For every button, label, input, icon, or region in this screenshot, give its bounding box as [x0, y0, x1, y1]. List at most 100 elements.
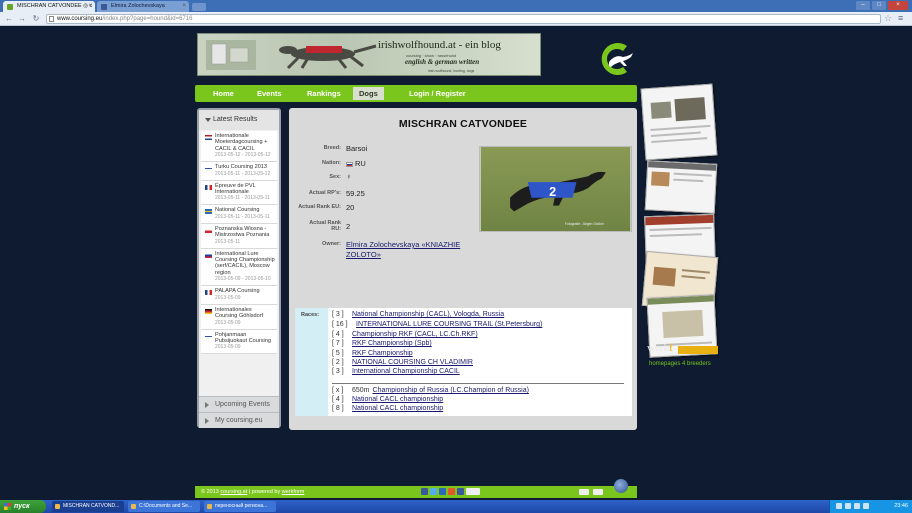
races-table: Races: [ 3 ] National Championship (CACL)… [295, 308, 632, 416]
close-window-icon[interactable]: × [888, 1, 908, 10]
share-icon[interactable] [439, 488, 446, 495]
menu-icon[interactable]: ≡ [898, 13, 903, 23]
network-icon[interactable] [863, 503, 869, 509]
language-flag-icon[interactable] [579, 489, 589, 495]
bookmark-star-icon[interactable]: ☆ [884, 13, 892, 24]
list-item[interactable]: Épreuve de PVL Internationale 2013-05-11… [201, 180, 277, 206]
race-link[interactable]: Championship of Russia (LC.Champion of R… [373, 387, 529, 394]
page-footer: © 2013 coursing.at | powered by werkform [195, 486, 637, 498]
preview-thumbnail[interactable] [640, 83, 718, 161]
close-tab-icon[interactable]: × [88, 1, 92, 12]
flag-fi-icon [205, 333, 212, 339]
facebook-icon[interactable] [421, 488, 428, 495]
tab-mischran-catvondee[interactable]: MISCHRAN CATVONDEE ◎ c × [3, 1, 95, 12]
coursing-logo[interactable] [597, 40, 637, 78]
website-previews[interactable] [640, 83, 720, 364]
browser-toolbar: ← → ↻ www.coursing.eu/index.php?page=hou… [0, 12, 912, 26]
upcoming-events-header[interactable]: Upcoming Events [199, 396, 279, 412]
social-icons [421, 488, 480, 495]
new-tab-button[interactable] [192, 3, 206, 11]
race-row: [ 3 ] International Championship CACIL [332, 368, 460, 375]
address-bar[interactable]: www.coursing.eu/index.php?page=hound&id=… [46, 14, 881, 24]
forward-arrow-icon[interactable]: → [17, 14, 27, 24]
window-controls: – □ × [856, 1, 908, 10]
divider [332, 383, 624, 384]
breed-value: Barsoi [346, 144, 368, 153]
web-page: irishwolfhound.at - ein blog coursing · … [0, 27, 912, 500]
blog-banner[interactable]: irishwolfhound.at - ein blog coursing · … [197, 33, 541, 76]
page-title: MISCHRAN CATVONDEE [398, 118, 528, 130]
list-item[interactable]: National Coursing 2013-05-11 - 2013-05-1… [201, 205, 277, 224]
list-item[interactable]: Turku Coursing 2013 2013-05-11 - 2013-05… [201, 162, 277, 181]
volume-icon[interactable] [854, 503, 860, 509]
race-link[interactable]: International Championship CACIL [352, 368, 460, 375]
rss-icon[interactable] [448, 488, 455, 495]
race-link[interactable]: National CACL championship [352, 396, 443, 403]
race-link[interactable]: RKF Championship (Spb) [352, 340, 432, 347]
list-item[interactable]: Poznanska Wiosna - Mistrzostwa Poznania … [201, 223, 277, 249]
flag-nl-icon [205, 135, 212, 140]
list-item[interactable]: PALAPA Coursing 2013-05-09 [201, 286, 277, 305]
race-link[interactable]: NATIONAL COURSING CH VLADIMIR [352, 359, 473, 366]
nav-dogs[interactable]: Dogs [353, 87, 384, 100]
coursing-favicon-icon [7, 4, 13, 10]
werkform-logo[interactable]: werkf [647, 342, 673, 354]
race-row: [ 7 ] RKF Championship (Spb) [332, 340, 432, 347]
language-flag-icon[interactable] [593, 489, 603, 495]
flag-fr-icon [205, 290, 212, 296]
twitter-icon[interactable] [430, 488, 437, 495]
blog-title: irishwolfhound.at - ein blog [378, 39, 501, 51]
preview-thumbnail[interactable] [644, 160, 718, 214]
nation-value: RU [355, 159, 366, 168]
nav-rankings[interactable]: Rankings [301, 85, 347, 102]
my-coursing-header[interactable]: My coursing.eu [199, 412, 279, 428]
browser-tabbar: MISCHRAN CATVONDEE ◎ c × Elmira Zolochev… [0, 0, 912, 12]
owner-link[interactable]: Elmira Zolochevskaya «KNIAZHIE ZOLOTO» [346, 240, 476, 260]
race-row: [ 2 ] NATIONAL COURSING CH VLADIMIR [332, 359, 473, 366]
flag-ru-icon [346, 161, 353, 167]
tray-icon[interactable] [836, 503, 842, 509]
list-item[interactable]: International Lure Coursing Championship… [201, 248, 277, 287]
nav-login-register[interactable]: Login / Register [403, 85, 472, 102]
footer-site-link[interactable]: coursing.at [220, 489, 247, 495]
close-tab-icon[interactable]: × [182, 1, 186, 12]
maximize-icon[interactable]: □ [872, 1, 886, 10]
race-link[interactable]: National CACL championship [352, 405, 443, 412]
race-row: [ 5 ] RKF Championship [332, 350, 413, 357]
taskbar-item-window[interactable]: переносный региона... [204, 501, 276, 512]
race-row: [ 8 ] National CACL championship [332, 405, 444, 412]
latest-results-list: Internationale Moeierdagcoursing + CACIL… [201, 131, 277, 355]
scroll-to-top-icon[interactable] [614, 479, 628, 493]
list-item[interactable]: Internationales Coursing Göhlsdorf 2013-… [201, 304, 277, 330]
race-link[interactable]: National Championship (CACL), Vologda, R… [352, 311, 504, 318]
flag-de-icon [205, 308, 212, 314]
race-link[interactable]: Championship RKF (CACL, LC.Ch.RKF) [352, 331, 478, 338]
flag-fr-icon [205, 184, 212, 190]
list-item[interactable]: Pohjanmaan Pubsijuokaut Coursing 2013-05… [201, 329, 277, 355]
dog-photo[interactable]: 2 Fotografie: Jürgen Grübel [479, 146, 632, 232]
race-link[interactable]: RKF Championship [352, 350, 413, 357]
dog-profile-panel: MISCHRAN CATVONDEE Breed: Barsoi Nation:… [289, 108, 637, 430]
footer-werkform-link[interactable]: werkform [282, 489, 305, 495]
like-icon[interactable] [457, 488, 464, 495]
list-item[interactable]: Internationale Moeierdagcoursing + CACIL… [201, 131, 277, 163]
tray-icon[interactable] [845, 503, 851, 509]
race-link[interactable]: INTERNATIONAL LURE COURSING TRAIL (St.Pe… [356, 321, 542, 328]
minimize-icon[interactable]: – [856, 1, 870, 10]
nav-home[interactable]: Home [207, 85, 240, 102]
tab-elmira-zolochevskaya[interactable]: Elmira Zolochevskaya × [97, 1, 189, 12]
reload-icon[interactable]: ↻ [31, 14, 41, 24]
latest-results-header[interactable]: Latest Results [199, 110, 279, 130]
nav-events[interactable]: Events [251, 85, 288, 102]
race-row: [ 16 ] INTERNATIONAL LURE COURSING TRAIL … [332, 321, 543, 328]
back-arrow-icon[interactable]: ← [4, 14, 14, 24]
facebook-favicon-icon [101, 4, 107, 10]
flag-pl-icon [205, 227, 212, 233]
werkform-tagline: homepages 4 breeders [649, 361, 711, 367]
taskbar-item-explorer[interactable]: C:\Documents and Se... [128, 501, 200, 512]
taskbar-item-browser[interactable]: MISCHRAN CATVOND... [52, 501, 124, 512]
race-row: [ 4 ] Championship RKF (CACL, LC.Ch.RKF) [332, 331, 478, 338]
start-button[interactable]: пуск [0, 500, 46, 513]
os-taskbar: пуск MISCHRAN CATVOND... C:\Documents an… [0, 500, 912, 513]
race-row: [ 4 ] National CACL championship [332, 396, 444, 403]
